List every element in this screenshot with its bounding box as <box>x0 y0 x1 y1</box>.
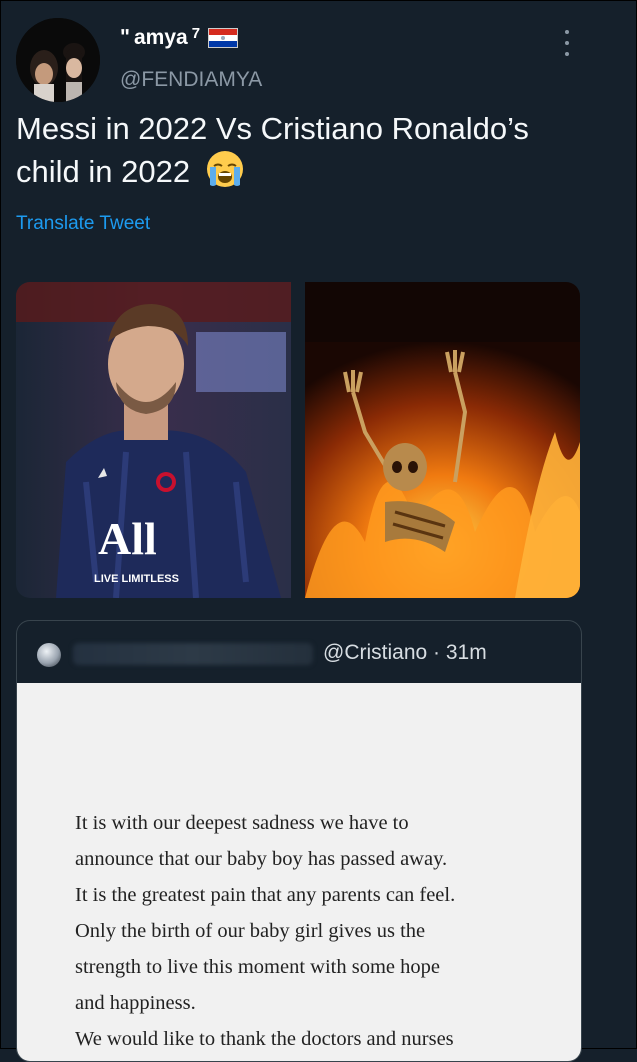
translate-tweet-link[interactable]: Translate Tweet <box>16 213 150 235</box>
avatar[interactable] <box>16 18 100 102</box>
statement-line: We would like to thank the doctors and n… <box>75 1028 454 1050</box>
author-handle[interactable]: @FENDIAMYA <box>120 68 262 92</box>
quoted-handle-time[interactable]: @Cristiano · 31m <box>323 641 487 665</box>
statement-line: announce that our baby boy has passed aw… <box>75 848 448 870</box>
statement-line: and happiness. <box>75 992 196 1014</box>
blurred-display-name <box>73 643 313 665</box>
author-name-superscript: 7 <box>191 24 201 42</box>
statement-line: It is with our deepest sadness we have t… <box>75 812 409 834</box>
tweet-text-block: Messi in 2022 Vs Cristiano Ronaldo’s chi… <box>16 108 596 199</box>
quoted-avatar[interactable] <box>37 643 61 667</box>
shirt-caption-text: LIVE LIMITLESS <box>94 573 179 585</box>
burning-skeleton-photo[interactable] <box>305 282 580 598</box>
quoted-tweet-header: @Cristiano · 31m <box>17 621 581 683</box>
statement-line: It is the greatest pain that any parents… <box>75 884 456 906</box>
quoted-tweet[interactable]: @Cristiano · 31m It is with our deepest … <box>16 620 582 1062</box>
loudly-crying-face-icon <box>205 149 245 199</box>
more-options-icon[interactable] <box>558 30 576 56</box>
messi-photo[interactable]: All LIVE LIMITLESS <box>16 282 291 598</box>
statement-image[interactable]: It is with our deepest sadness we have t… <box>17 683 581 1061</box>
shirt-logo-text: All <box>98 513 157 564</box>
statement-line: strength to live this moment with some h… <box>75 956 440 978</box>
author-name-row[interactable]: ʺ amya 7 <box>120 24 239 50</box>
statement-text: It is with our deepest sadness we have t… <box>75 805 555 1057</box>
author-name: amya <box>133 26 188 49</box>
tweet-text: Messi in 2022 Vs Cristiano Ronaldo’s chi… <box>16 111 529 190</box>
tweet-media[interactable]: All LIVE LIMITLESS <box>16 282 580 598</box>
statement-line: Only the birth of our baby girl gives us… <box>75 920 426 942</box>
paraguay-flag-icon <box>208 28 239 48</box>
author-name-prefix: ʺ <box>120 26 130 49</box>
